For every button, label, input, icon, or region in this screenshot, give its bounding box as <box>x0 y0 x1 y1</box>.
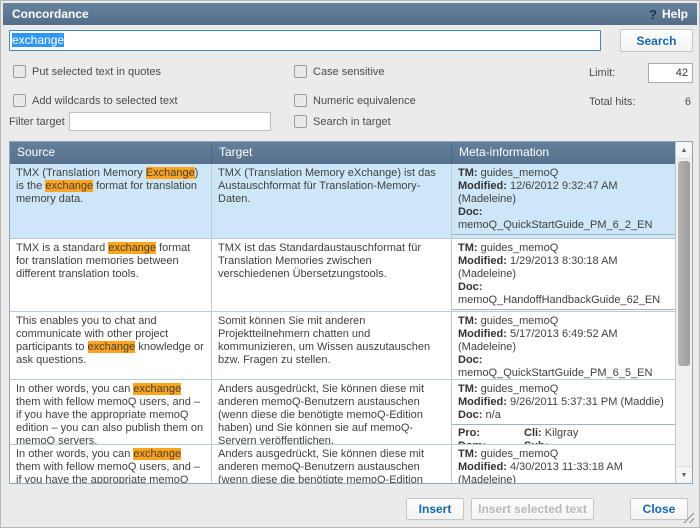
title-bar: Concordance ? Help <box>3 3 697 25</box>
meta-detail-block: Pro: Cli: kilgray Dom: Sub: <box>452 234 675 238</box>
option-quotes: Put selected text in quotes <box>13 65 161 78</box>
search-in-target-label: Search in target <box>313 116 391 128</box>
table-header: Source Target Meta-information <box>10 142 675 164</box>
table-row[interactable]: In other words, you can exchange them wi… <box>10 445 675 483</box>
meta-top-block: TM: guides_memoQ Modified: 9/26/2011 5:3… <box>452 380 675 424</box>
case-sensitive-label: Case sensitive <box>313 66 385 78</box>
source-cell: In other words, you can exchange them wi… <box>10 445 212 483</box>
source-cell: This enables you to chat and communicate… <box>10 312 212 379</box>
help-button[interactable]: ? Help <box>649 7 688 22</box>
search-in-target-checkbox[interactable] <box>294 115 307 128</box>
table-body: TMX (Translation Memory Exchange) is the… <box>10 164 675 483</box>
limit-input[interactable]: 42 <box>648 63 693 83</box>
table-row[interactable]: In other words, you can exchange them wi… <box>10 380 675 445</box>
target-cell: TMX ist das Standardaustauschformat für … <box>212 239 452 311</box>
header-target[interactable]: Target <box>212 142 452 164</box>
scroll-up-icon[interactable]: ▲ <box>676 142 692 159</box>
meta-cell: TM: guides_memoQ Modified: 9/26/2011 5:3… <box>452 380 675 444</box>
filter-target-label: Filter target <box>9 116 65 128</box>
table-row[interactable]: TMX is a standard exchange format for tr… <box>10 239 675 312</box>
source-cell: In other words, you can exchange them wi… <box>10 380 212 444</box>
results-table-columns: Source Target Meta-information TMX (Tran… <box>10 142 675 483</box>
total-hits-label: Total hits: <box>589 96 635 108</box>
table-row[interactable]: TMX (Translation Memory Exchange) is the… <box>10 164 675 239</box>
limit-label: Limit: <box>589 67 615 79</box>
close-button[interactable]: Close <box>630 498 688 520</box>
target-cell: Anders ausgedrückt, Sie können diese mit… <box>212 445 452 483</box>
meta-detail-block: Pro: Cli: Kilgray Dom: Sub: <box>452 424 675 444</box>
meta-top-block: TM: guides_memoQ Modified: 5/17/2013 6:4… <box>452 312 675 379</box>
option-case-sensitive: Case sensitive <box>294 65 385 78</box>
help-icon: ? <box>649 7 657 22</box>
meta-top-block: TM: guides_memoQ Modified: 1/29/2013 8:3… <box>452 239 675 309</box>
case-sensitive-checkbox[interactable] <box>294 65 307 78</box>
search-input[interactable]: exchange <box>9 30 601 51</box>
insert-selected-text-button[interactable]: Insert selected text <box>471 498 594 520</box>
table-scrollbar[interactable]: ▲ ▼ <box>675 142 692 483</box>
header-meta[interactable]: Meta-information <box>452 142 675 164</box>
results-table: Source Target Meta-information TMX (Tran… <box>9 141 693 484</box>
option-search-in-target: Search in target <box>294 115 391 128</box>
meta-cell: TM: guides_memoQ Modified: 4/30/2013 11:… <box>452 445 675 483</box>
table-row[interactable]: This enables you to chat and communicate… <box>10 312 675 380</box>
concordance-dialog: Concordance ? Help exchange Search Put s… <box>0 0 700 528</box>
search-input-selected-text: exchange <box>12 33 64 47</box>
option-numeric-equivalence: Numeric equivalence <box>294 94 416 107</box>
meta-cell: TM: guides_memoQ Modified: 12/6/2012 9:3… <box>452 164 675 238</box>
filter-target-input[interactable] <box>69 112 271 131</box>
scrollbar-thumb[interactable] <box>678 161 690 366</box>
numeric-equivalence-checkbox[interactable] <box>294 94 307 107</box>
source-cell: TMX is a standard exchange format for tr… <box>10 239 212 311</box>
scroll-down-icon[interactable]: ▼ <box>676 466 692 483</box>
option-wildcards: Add wildcards to selected text <box>13 94 178 107</box>
help-label: Help <box>662 7 688 21</box>
quotes-label: Put selected text in quotes <box>32 66 161 78</box>
meta-cell: TM: guides_memoQ Modified: 5/17/2013 6:4… <box>452 312 675 379</box>
meta-cell: TM: guides_memoQ Modified: 1/29/2013 8:3… <box>452 239 675 311</box>
meta-detail-block: Pro: Cli: kilgray Dom: Sub: <box>452 309 675 311</box>
source-cell: TMX (Translation Memory Exchange) is the… <box>10 164 212 238</box>
search-button[interactable]: Search <box>620 29 693 52</box>
meta-top-block: TM: guides_memoQ Modified: 4/30/2013 11:… <box>452 445 675 483</box>
target-cell: TMX (Translation Memory eXchange) ist da… <box>212 164 452 238</box>
wildcards-label: Add wildcards to selected text <box>32 95 178 107</box>
dialog-title: Concordance <box>12 7 89 21</box>
wildcards-checkbox[interactable] <box>13 94 26 107</box>
total-hits-value: 6 <box>641 96 691 108</box>
target-cell: Anders ausgedrückt, Sie können diese mit… <box>212 380 452 444</box>
header-source[interactable]: Source <box>10 142 212 164</box>
quotes-checkbox[interactable] <box>13 65 26 78</box>
target-cell: Somit können Sie mit anderen Projektteil… <box>212 312 452 379</box>
meta-top-block: TM: guides_memoQ Modified: 12/6/2012 9:3… <box>452 164 675 234</box>
numeric-equivalence-label: Numeric equivalence <box>313 95 416 107</box>
insert-button[interactable]: Insert <box>406 498 464 520</box>
